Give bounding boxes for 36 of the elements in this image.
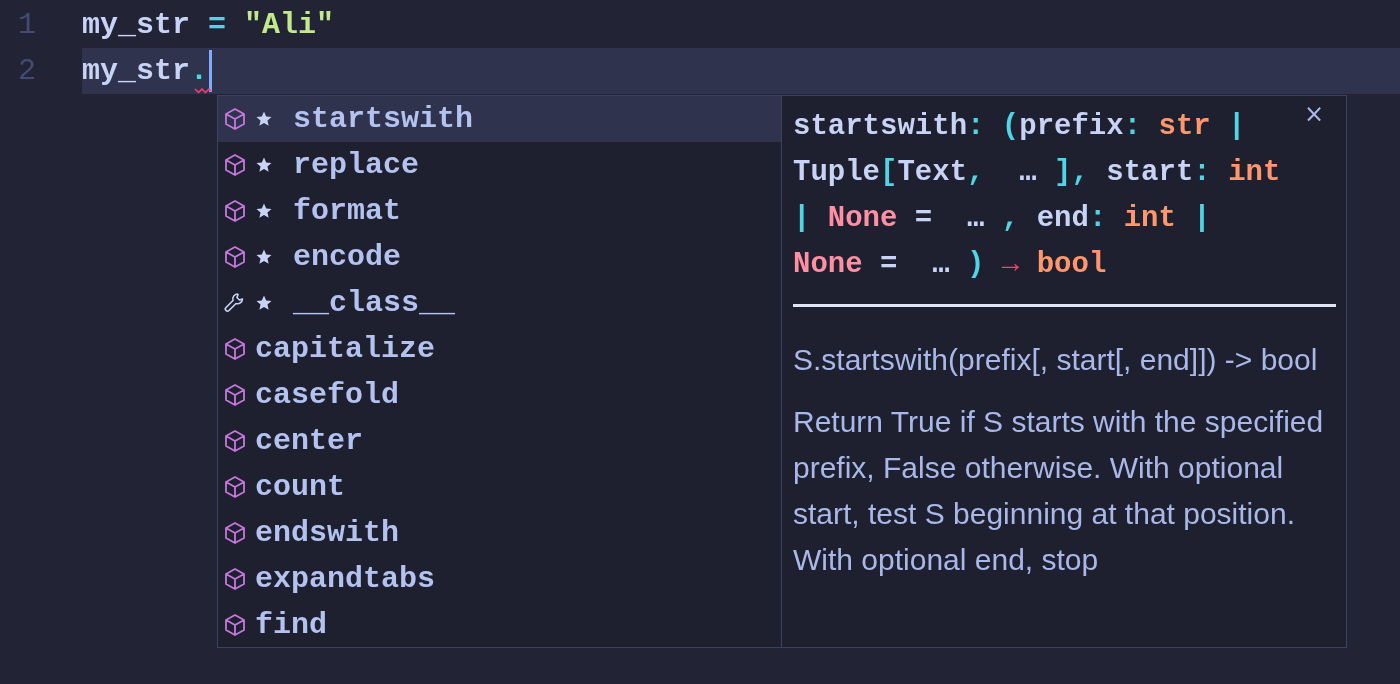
- cube-icon: [223, 521, 247, 545]
- completion-item[interactable]: find: [218, 602, 781, 647]
- line-number: 2: [17, 54, 37, 88]
- documentation-text: Return True if S starts with the specified prefix, False otherwise. With optional start, test S beginning at that position. With optional end, stop: [793, 404, 1325, 578]
- completion-item[interactable]: expandtabs: [218, 556, 781, 602]
- cube-icon: [223, 199, 247, 223]
- close-button[interactable]: ×: [1299, 100, 1328, 128]
- signature-line: Tuple[Text, … ], start: int: [793, 155, 1281, 191]
- line-number: 1: [17, 8, 37, 42]
- completion-item[interactable]: __class__: [218, 280, 781, 326]
- text-cursor: [209, 50, 213, 92]
- completion-item[interactable]: casefold: [218, 372, 781, 418]
- code-line: my_str.: [82, 54, 209, 88]
- signature-line: startswith: (prefix: str |: [793, 109, 1246, 145]
- completion-item[interactable]: endswith: [218, 510, 781, 556]
- completion-item[interactable]: count: [218, 464, 781, 510]
- completion-item[interactable]: encode: [218, 234, 781, 280]
- cube-icon: [223, 383, 247, 407]
- documentation-text: S.startswith(prefix[, start[, end]]) -> bool: [793, 342, 1319, 378]
- error-squiggle-icon: [194, 87, 212, 94]
- cube-icon: [223, 567, 247, 591]
- completion-item[interactable]: replace: [218, 142, 781, 188]
- completion-item[interactable]: format: [218, 188, 781, 234]
- cube-icon: [223, 429, 247, 453]
- code-line: my_str = "Ali": [82, 8, 335, 42]
- cube-icon: [223, 337, 247, 361]
- signature-line: None = … ) → bool: [793, 247, 1107, 283]
- cube-icon: [223, 245, 247, 269]
- cube-icon: [223, 613, 247, 637]
- cube-icon: [223, 475, 247, 499]
- cube-icon: [223, 153, 247, 177]
- cube-icon: [223, 107, 247, 131]
- completion-item[interactable]: center: [218, 418, 781, 464]
- completion-item[interactable]: capitalize: [218, 326, 781, 372]
- signature-line: | None = … , end: int |: [793, 201, 1211, 237]
- completion-item[interactable]: startswith: [218, 96, 781, 142]
